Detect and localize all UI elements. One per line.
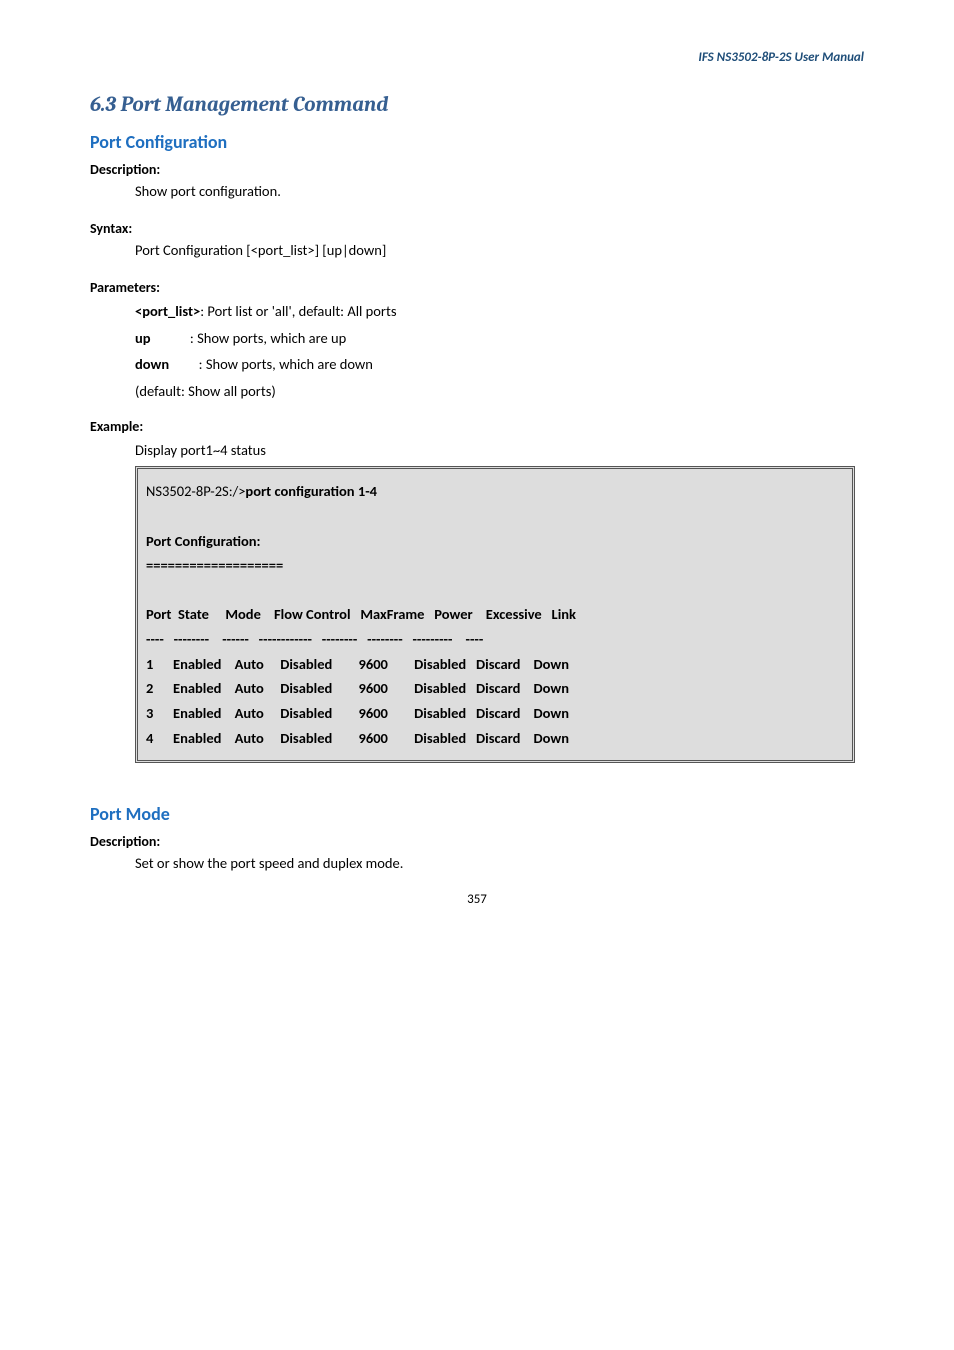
param-sep-1: : (151, 329, 198, 347)
param-text-1: Show ports, which are up (197, 329, 346, 347)
description-label: Description: (90, 161, 864, 178)
param-line-2: down : Show ports, which are down (90, 352, 864, 377)
param-text-0: Port list or 'all', default: All ports (207, 302, 396, 320)
cli-row-1: 2 Enabled Auto Disabled 9600 Disabled Di… (146, 676, 844, 701)
syntax-label: Syntax: (90, 220, 864, 237)
syntax-text: Port Configuration [<port_list>] [up|dow… (90, 240, 864, 261)
cli-output-box: NS3502-8P-2S:/>port configuration 1-4 Po… (135, 466, 855, 763)
page-number: 357 (90, 892, 864, 907)
param-default: (default: Show all ports) (90, 379, 864, 404)
cli-section-heading: Port Configuration: (146, 529, 844, 554)
param-line-1: up : Show ports, which are up (90, 326, 864, 351)
cli-command-line: NS3502-8P-2S:/>port configuration 1-4 (146, 479, 844, 504)
cli-command: port configuration 1-4 (245, 482, 377, 500)
port-mode-description-text: Set or show the port speed and duplex mo… (90, 853, 864, 874)
cli-col-underline: ---- -------- ------ ------------ ------… (146, 627, 844, 652)
example-text: Display port1~4 status (90, 438, 864, 463)
param-line-0: <port_list>: Port list or 'all', default… (90, 299, 864, 324)
cli-divider: =================== (146, 553, 844, 578)
cli-prompt: NS3502-8P-2S:/> (146, 482, 245, 500)
cli-row-3: 4 Enabled Auto Disabled 9600 Disabled Di… (146, 726, 844, 751)
port-mode-title: Port Mode (90, 803, 864, 825)
port-configuration-title: Port Configuration (90, 131, 864, 153)
param-key-0: <port_list> (135, 302, 200, 320)
param-key-1: up (135, 329, 151, 347)
doc-header: IFS NS3502-8P-2S User Manual (90, 50, 864, 65)
port-mode-description-label: Description: (90, 833, 864, 850)
parameters-label: Parameters: (90, 279, 864, 296)
param-sep-2: : (169, 355, 206, 373)
description-text: Show port configuration. (90, 181, 864, 202)
cli-row-0: 1 Enabled Auto Disabled 9600 Disabled Di… (146, 652, 844, 677)
cli-columns: Port State Mode Flow Control MaxFrame Po… (146, 602, 844, 627)
param-text-2: Show ports, which are down (206, 355, 373, 373)
param-key-2: down (135, 355, 169, 373)
example-label: Example: (90, 418, 864, 435)
section-heading: 6.3 Port Management Command (90, 93, 864, 117)
cli-row-2: 3 Enabled Auto Disabled 9600 Disabled Di… (146, 701, 844, 726)
